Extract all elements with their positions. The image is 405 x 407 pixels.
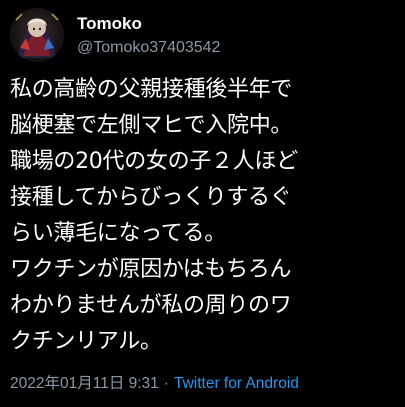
tweet-source-link[interactable]: Twitter for Android [174, 375, 299, 392]
meta-separator: · [163, 375, 169, 392]
profile-avatar-image [10, 8, 64, 62]
tweet-text-line: 脳梗塞で左側マヒで入院中。 [10, 113, 293, 138]
author-names[interactable]: Tomoko @Tomoko37403542 [77, 13, 220, 58]
tweet-header: Tomoko @Tomoko37403542 [10, 8, 397, 62]
tweet-text-line: クチンリアル。 [10, 329, 162, 354]
tweet-text-line: わかりませんが私の周りのワ [10, 293, 292, 318]
author-handle[interactable]: @Tomoko37403542 [77, 37, 220, 58]
tweet-text-line: 接種してからびっくりするぐ [10, 185, 292, 210]
tweet-meta: 2022年01月11日 9:31 · Twitter for Android [10, 374, 299, 394]
tweet-text-line: 職場の20代の女の子２人ほど [10, 149, 298, 174]
tweet-text-line: ワクチンが原因かはもちろん [10, 257, 292, 282]
tweet-text-line: らい薄毛になってる。 [10, 221, 226, 246]
avatar[interactable] [10, 8, 64, 62]
tweet-text-line: 私の高齢の父親接種後半年で [10, 77, 293, 102]
tweet-text: 私の高齢の父親接種後半年で 脳梗塞で左側マヒで入院中。 職場の20代の女の子２人… [10, 72, 397, 360]
tweet-timestamp[interactable]: 2022年01月11日 9:31 [10, 375, 159, 392]
author-display-name[interactable]: Tomoko [77, 13, 220, 34]
tweet-card: Tomoko @Tomoko37403542 私の高齢の父親接種後半年で 脳梗塞… [0, 0, 405, 407]
